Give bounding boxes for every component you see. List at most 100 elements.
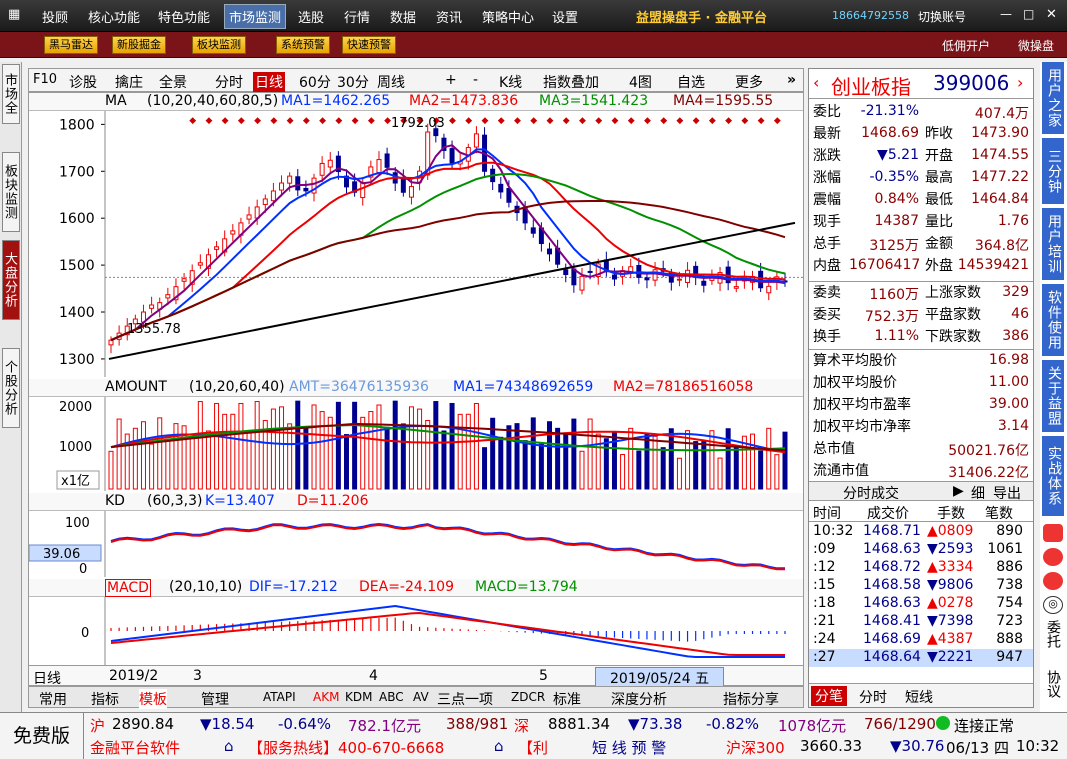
menu-item-stock-pick[interactable]: 选股 [298,7,324,26]
tab-software-usage[interactable]: 软件使用 [1042,284,1064,356]
micro-trade-link[interactable]: 微操盘 [1018,37,1054,54]
tab-standard[interactable]: 标准 [553,689,581,709]
tab-manage[interactable]: 管理 [201,689,229,709]
weibo-icon[interactable] [1043,548,1063,566]
menu-item-quotes[interactable]: 行情 [344,7,370,26]
panorama-button[interactable]: 全景 [159,72,187,92]
menu-item-settings[interactable]: 设置 [552,7,578,26]
menu-item-data[interactable]: 数据 [390,7,416,26]
tab-indicator[interactable]: 指标 [91,689,119,709]
menu-item-news[interactable]: 资讯 [436,7,462,26]
tab-user-training[interactable]: 用户培训 [1042,208,1064,280]
four-charts-dropdown[interactable]: 4图 [629,72,652,92]
prev-stock-icon[interactable]: ‹ [813,73,819,92]
protocol-button[interactable]: 协议 [1043,670,1063,698]
close-icon[interactable]: ✕ [1046,7,1057,22]
tab-deep-analysis[interactable]: 深度分析 [611,689,667,709]
tick-row[interactable]: 10:32 1468.71 ▲0809 890 [809,523,1033,541]
quote-label: 委卖 [813,285,841,301]
30min-button[interactable]: 30分 [337,72,369,92]
tab-zdcr[interactable]: ZDCR [511,690,545,704]
tick-row[interactable]: :24 1468.69 ▲4387 888 [809,631,1033,649]
entrust-button[interactable]: 委托 [1043,620,1063,648]
expand-icon[interactable]: » [787,72,796,88]
menu-item-core[interactable]: 核心功能 [88,7,140,26]
menu-item-feature[interactable]: 特色功能 [158,7,210,26]
tab-index-analysis[interactable]: 大盘分析 [2,240,20,320]
stat-value: 11.00 [988,374,1029,390]
home-icon-2[interactable]: ⌂ [494,737,504,755]
tab-intraday[interactable]: 分时 [859,687,887,707]
sz-change: ▼73.38 [628,715,683,733]
weekly-dropdown[interactable]: 周线 [377,72,405,92]
tab-av[interactable]: AV [413,690,429,704]
home-icon-1[interactable]: ⌂ [224,737,234,755]
maximize-icon[interactable]: □ [1023,7,1034,21]
kd-name[interactable]: KD [105,493,125,509]
macd-name[interactable]: MACD [105,579,151,597]
f10-button[interactable]: F10 [33,72,57,87]
short-alert-button[interactable]: 短 线 预 警 [592,737,666,758]
system-alert-button[interactable]: 系统预警 [276,36,330,54]
tick-row[interactable]: :18 1468.63 ▲0278 754 [809,595,1033,613]
black-horse-radar-button[interactable]: 黑马雷达 [44,36,98,54]
more-dropdown[interactable]: 更多 [735,72,763,92]
menu-item-strategy[interactable]: 策略中心 [482,7,534,26]
menu-item-market-monitor[interactable]: 市场监测 [224,4,287,29]
daily-button[interactable]: 日线 [253,72,285,92]
tab-short-line[interactable]: 短线 [905,687,933,707]
zhuang-button[interactable]: 擒庄 [115,72,143,92]
zoom-in-button[interactable]: + [445,72,457,88]
tab-kdm[interactable]: KDM [345,690,372,704]
index-overlay-dropdown[interactable]: 指数叠加 [543,72,599,92]
support-icon[interactable]: ◎ [1043,596,1063,614]
tick-play-icon[interactable]: ▶ [953,483,964,499]
menu-item-tougu[interactable]: 投顾 [42,7,68,26]
next-stock-icon[interactable]: › [1017,73,1023,92]
kline-chart-area[interactable]: MA (10,20,40,60,80,5) MA1=1462.265 MA2=1… [28,92,804,689]
tab-three-minutes[interactable]: 三分钟 [1042,138,1064,204]
menu-logo-icon[interactable]: ▦ [8,7,20,22]
diagnose-button[interactable]: 诊股 [69,72,97,92]
wechat-icon[interactable] [1043,524,1063,542]
sector-monitor-button[interactable]: 板块监测 [192,36,246,54]
tab-indicator-share[interactable]: 指标分享 [723,689,779,709]
qq-icon[interactable] [1043,572,1063,590]
tab-stock-analysis[interactable]: 个股分析 [2,348,20,428]
intraday-button[interactable]: 分时 [215,72,243,92]
tick-export-button[interactable]: 导出 [993,483,1021,503]
kline-dropdown[interactable]: K线 [499,72,522,92]
quick-alert-button[interactable]: 快速预警 [342,36,396,54]
tab-ticks[interactable]: 分笔 [811,686,847,706]
60min-button[interactable]: 60分 [299,72,331,92]
tick-row[interactable]: :21 1468.41 ▼7398 723 [809,613,1033,631]
kd-pane: 100 0 39.06 [29,511,786,577]
low-commission-link[interactable]: 低佣开户 [942,37,990,54]
tab-akm[interactable]: AKM [313,690,339,704]
tick-row[interactable]: :15 1468.58 ▼9806 738 [809,577,1033,595]
tab-common[interactable]: 常用 [39,689,67,709]
tab-market-overview[interactable]: 市场全景 [2,64,20,124]
tab-three-point[interactable]: 三点一项 [437,689,493,709]
ma-name[interactable]: MA [105,93,127,109]
tab-abc[interactable]: ABC [379,690,404,704]
tab-about[interactable]: 关于益盟 [1042,360,1064,432]
tab-practice-system[interactable]: 实战体系 [1042,436,1064,516]
switch-account-link[interactable]: 切换账号 [918,8,966,25]
tab-atapi[interactable]: ATAPI [263,690,296,704]
quote-basic-rows: 委比 -21.31% 407.4万 最新 1468.69 昨收 1473.90 涨跌 ▼5.21… [809,101,1033,281]
tick-row[interactable]: :12 1468.72 ▲3334 886 [809,559,1033,577]
tick-row[interactable]: :09 1468.63 ▼2593 1061 [809,541,1033,559]
zoom-out-button[interactable]: - [473,72,478,88]
tab-template[interactable]: 模板 [139,689,167,709]
tick-row[interactable]: :27 1468.64 ▼2221 947 [809,649,1033,667]
tick-detail-button[interactable]: 细 [971,483,985,503]
amount-name[interactable]: AMOUNT [105,379,167,395]
svg-text:◆: ◆ [303,116,310,126]
amount-pane: 2000 1000 x1亿 [56,397,788,491]
minimize-icon[interactable]: — [1000,7,1012,21]
tab-sector-monitor[interactable]: 板块监测 [2,152,20,232]
tab-user-home[interactable]: 用户之家 [1042,62,1064,134]
watchlist-dropdown[interactable]: 自选 [677,72,705,92]
ipo-mining-button[interactable]: 新股掘金 [112,36,166,54]
